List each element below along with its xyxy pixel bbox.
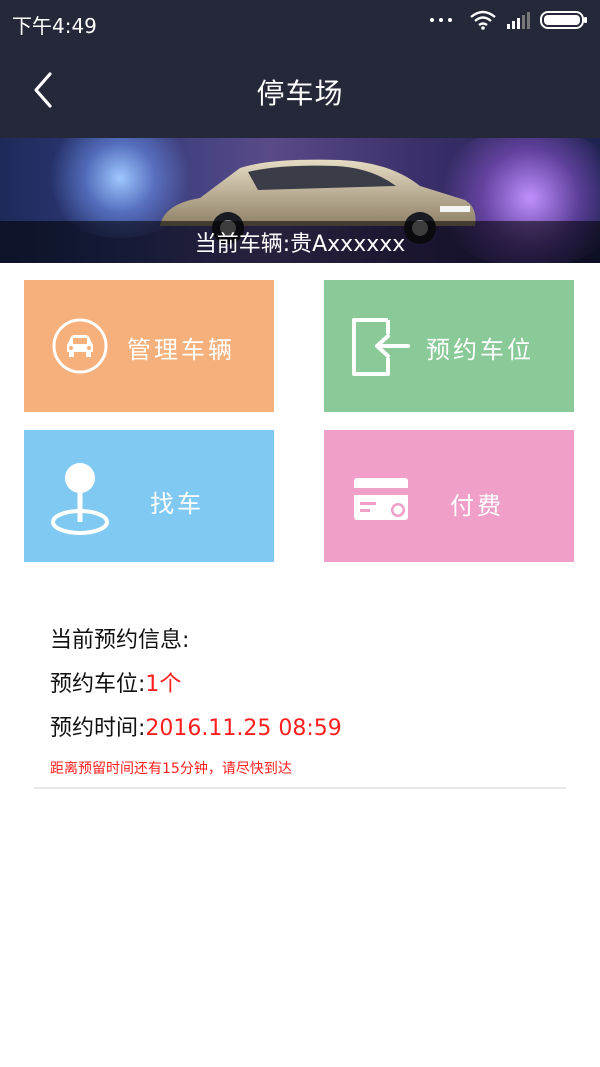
reserve-spot-label: 预约车位 — [426, 336, 534, 364]
manage-vehicles-label: 管理车辆 — [127, 336, 235, 364]
page-title: 停车场 — [256, 77, 344, 110]
find-car-tile[interactable]: 找车 — [24, 430, 274, 562]
top-bar: 下午4:49 停车场 — [0, 0, 600, 138]
payment-tile[interactable]: 付费 — [324, 430, 574, 562]
reserved-spot-label: 预约车位: — [50, 672, 146, 697]
arrival-reminder: 距离预留时间还有15分钟，请尽快到达 — [50, 761, 292, 777]
car-icon — [52, 318, 108, 374]
payment-card-icon — [354, 478, 408, 520]
payment-label: 付费 — [450, 492, 504, 520]
reserved-spot-value: 1个 — [145, 672, 182, 697]
more-dots-icon — [430, 18, 452, 22]
location-pin-icon — [51, 463, 109, 535]
wifi-icon — [470, 10, 496, 30]
reserved-time-row: 预约时间:2016.11.25 08:59 — [50, 710, 342, 754]
reservation-heading: 当前预约信息: — [50, 628, 190, 653]
battery-icon — [540, 11, 587, 29]
enter-icon — [352, 318, 410, 376]
signal-icon — [507, 12, 530, 29]
vehicle-banner: 当前车辆:贵Axxxxxx — [0, 138, 600, 263]
reserved-time-value: 2016.11.25 08:59 — [145, 716, 342, 741]
reserve-spot-tile[interactable]: 预约车位 — [324, 280, 574, 412]
divider — [34, 787, 566, 789]
manage-vehicles-tile[interactable]: 管理车辆 — [24, 280, 274, 412]
status-icons — [430, 10, 588, 30]
reserved-spot-row: 预约车位:1个 — [50, 666, 342, 710]
status-time: 下午4:49 — [12, 14, 97, 38]
status-bar: 下午4:49 — [0, 0, 600, 44]
find-car-label: 找车 — [150, 490, 204, 518]
app-header: 停车场 — [0, 44, 600, 138]
current-vehicle-label: 当前车辆:贵Axxxxxx — [194, 232, 406, 257]
reserved-time-label: 预约时间: — [50, 716, 146, 741]
reservation-info: 当前预约信息: 预约车位:1个 预约时间:2016.11.25 08:59 距离… — [50, 622, 342, 778]
